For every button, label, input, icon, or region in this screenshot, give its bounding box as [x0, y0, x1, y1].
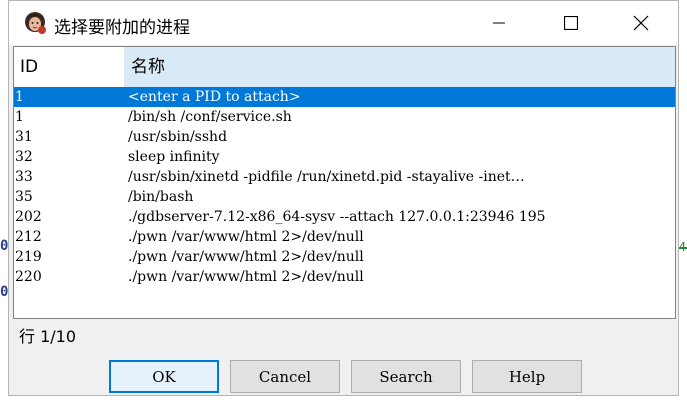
- maximize-button[interactable]: [548, 1, 594, 45]
- dialog-title: 选择要附加的进程: [54, 18, 190, 38]
- table-row[interactable]: 212 ./pwn /var/www/html 2>/dev/null: [14, 227, 675, 247]
- title-bar[interactable]: 选择要附加的进程: [9, 1, 678, 45]
- cell-name: ./gdbserver-7.12-x86_64-sysv --attach 12…: [128, 209, 546, 225]
- table-row[interactable]: 1 /bin/sh /conf/service.sh: [14, 107, 675, 127]
- minimize-icon: [493, 22, 505, 24]
- cell-name: /usr/sbin/xinetd -pidfile /run/xinetd.pi…: [128, 169, 525, 185]
- cell-name: sleep infinity: [128, 149, 220, 165]
- list-rows: 1 <enter a PID to attach> 1 /bin/sh /con…: [14, 87, 675, 287]
- column-header-name[interactable]: 名称: [125, 47, 675, 87]
- column-header-id[interactable]: ID: [14, 47, 125, 87]
- cell-id: 31: [15, 129, 33, 145]
- table-row[interactable]: 1 <enter a PID to attach>: [14, 87, 675, 107]
- background-line: [679, 247, 687, 249]
- attach-process-dialog: 选择要附加的进程 ID 名称 1 <enter a PID to attach>…: [8, 0, 679, 396]
- cell-name: ./pwn /var/www/html 2>/dev/null: [128, 249, 364, 265]
- app-avatar-icon: [25, 12, 46, 34]
- cell-name: /usr/sbin/sshd: [128, 129, 228, 145]
- table-row[interactable]: 32 sleep infinity: [14, 147, 675, 167]
- table-row[interactable]: 35 /bin/bash: [14, 187, 675, 207]
- cell-id: 33: [15, 169, 33, 185]
- cell-id: 220: [15, 269, 42, 285]
- ok-button[interactable]: OK: [109, 360, 219, 393]
- minimize-button[interactable]: [476, 1, 522, 45]
- cell-name: /bin/sh /conf/service.sh: [128, 109, 292, 125]
- cell-id: 35: [15, 189, 33, 205]
- search-button[interactable]: Search: [351, 360, 461, 393]
- cell-id: 1: [15, 109, 24, 125]
- table-row[interactable]: 220 ./pwn /var/www/html 2>/dev/null: [14, 267, 675, 287]
- close-button[interactable]: [618, 1, 664, 45]
- cell-name: ./pwn /var/www/html 2>/dev/null: [128, 229, 364, 245]
- row-status-text: 行 1/10: [19, 327, 77, 346]
- cell-id: 202: [15, 209, 42, 225]
- help-button[interactable]: Help: [472, 360, 582, 393]
- cancel-button[interactable]: Cancel: [230, 360, 340, 393]
- cell-id: 212: [15, 229, 42, 245]
- table-row[interactable]: 31 /usr/sbin/sshd: [14, 127, 675, 147]
- cell-id: 1: [15, 89, 24, 105]
- cell-name: <enter a PID to attach>: [128, 89, 301, 105]
- maximize-icon: [564, 16, 578, 30]
- table-row[interactable]: 219 ./pwn /var/www/html 2>/dev/null: [14, 247, 675, 267]
- cell-name: ./pwn /var/www/html 2>/dev/null: [128, 269, 364, 285]
- cell-id: 32: [15, 149, 33, 165]
- process-list[interactable]: ID 名称 1 <enter a PID to attach> 1 /bin/s…: [13, 46, 676, 319]
- cell-id: 219: [15, 249, 42, 265]
- cell-name: /bin/bash: [128, 189, 194, 205]
- list-header: ID 名称: [14, 47, 675, 87]
- table-row[interactable]: 33 /usr/sbin/xinetd -pidfile /run/xinetd…: [14, 167, 675, 187]
- table-row[interactable]: 202 ./gdbserver-7.12-x86_64-sysv --attac…: [14, 207, 675, 227]
- close-icon: [633, 15, 649, 31]
